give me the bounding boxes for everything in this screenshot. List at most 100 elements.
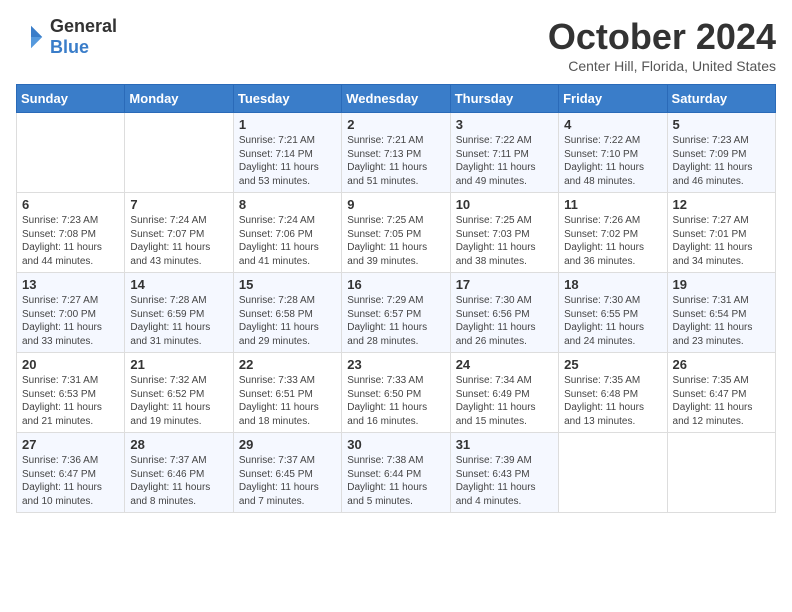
month-title: October 2024 bbox=[548, 16, 776, 58]
day-info: Sunrise: 7:33 AM Sunset: 6:50 PM Dayligh… bbox=[347, 374, 444, 428]
day-number: 13 bbox=[22, 277, 119, 292]
day-info: Sunrise: 7:25 AM Sunset: 7:05 PM Dayligh… bbox=[347, 214, 444, 268]
day-of-week-header: Saturday bbox=[667, 85, 775, 113]
calendar-cell: 14Sunrise: 7:28 AM Sunset: 6:59 PM Dayli… bbox=[125, 273, 233, 353]
calendar-cell: 29 Sunrise: 7:37 AM Sunset: 6:45 PM Dayli… bbox=[233, 433, 341, 513]
calendar-cell: 22 Sunrise: 7:33 AM Sunset: 6:51 PM Dayli… bbox=[233, 353, 341, 433]
day-number: 5 bbox=[673, 117, 770, 132]
calendar-cell: 3Sunrise: 7:22 AM Sunset: 7:11 PM Daylig… bbox=[450, 113, 558, 193]
day-number: 27 bbox=[22, 437, 119, 452]
day-info: Sunrise: 7:22 AM Sunset: 7:10 PM Dayligh… bbox=[564, 134, 661, 188]
day-number: 20 bbox=[22, 357, 119, 372]
day-number: 29 bbox=[239, 437, 336, 452]
day-info: Sunrise: 7:24 AM Sunset: 7:06 PM Dayligh… bbox=[239, 214, 336, 268]
day-info: Sunrise: 7:30 AM Sunset: 6:56 PM Dayligh… bbox=[456, 294, 553, 348]
day-info: Sunrise: 7:28 AM Sunset: 6:59 PM Dayligh… bbox=[130, 294, 227, 348]
day-info: Sunrise: 7:28 AM Sunset: 6:58 PM Dayligh… bbox=[239, 294, 336, 348]
calendar-cell: 19Sunrise: 7:31 AM Sunset: 6:54 PM Dayli… bbox=[667, 273, 775, 353]
day-info: Sunrise: 7:26 AM Sunset: 7:02 PM Dayligh… bbox=[564, 214, 661, 268]
calendar-cell: 23 Sunrise: 7:33 AM Sunset: 6:50 PM Dayli… bbox=[342, 353, 450, 433]
calendar-week-row: 1Sunrise: 7:21 AM Sunset: 7:14 PM Daylig… bbox=[17, 113, 776, 193]
calendar-cell bbox=[17, 113, 125, 193]
calendar-cell: 26 Sunrise: 7:35 AM Sunset: 6:47 PM Dayli… bbox=[667, 353, 775, 433]
day-number: 21 bbox=[130, 357, 227, 372]
location: Center Hill, Florida, United States bbox=[548, 58, 776, 74]
day-number: 19 bbox=[673, 277, 770, 292]
day-info: Sunrise: 7:35 AM Sunset: 6:48 PM Dayligh… bbox=[564, 374, 661, 428]
day-number: 28 bbox=[130, 437, 227, 452]
calendar-cell: 21 Sunrise: 7:32 AM Sunset: 6:52 PM Dayli… bbox=[125, 353, 233, 433]
calendar-cell bbox=[125, 113, 233, 193]
calendar-cell: 9 Sunrise: 7:25 AM Sunset: 7:05 PM Daylig… bbox=[342, 193, 450, 273]
day-number: 11 bbox=[564, 197, 661, 212]
page-header: General Blue October 2024 Center Hill, F… bbox=[16, 16, 776, 74]
calendar-week-row: 13 Sunrise: 7:27 AM Sunset: 7:00 PM Dayli… bbox=[17, 273, 776, 353]
day-info: Sunrise: 7:35 AM Sunset: 6:47 PM Dayligh… bbox=[673, 374, 770, 428]
day-info: Sunrise: 7:25 AM Sunset: 7:03 PM Dayligh… bbox=[456, 214, 553, 268]
day-of-week-header: Friday bbox=[559, 85, 667, 113]
day-info: Sunrise: 7:29 AM Sunset: 6:57 PM Dayligh… bbox=[347, 294, 444, 348]
day-info: Sunrise: 7:30 AM Sunset: 6:55 PM Dayligh… bbox=[564, 294, 661, 348]
calendar-cell: 12 Sunrise: 7:27 AM Sunset: 7:01 PM Dayli… bbox=[667, 193, 775, 273]
logo-text-general: General bbox=[50, 16, 117, 36]
day-info: Sunrise: 7:39 AM Sunset: 6:43 PM Dayligh… bbox=[456, 454, 553, 508]
day-info: Sunrise: 7:21 AM Sunset: 7:14 PM Dayligh… bbox=[239, 134, 336, 188]
day-number: 6 bbox=[22, 197, 119, 212]
day-number: 8 bbox=[239, 197, 336, 212]
day-number: 22 bbox=[239, 357, 336, 372]
calendar-header-row: SundayMondayTuesdayWednesdayThursdayFrid… bbox=[17, 85, 776, 113]
logo-icon bbox=[16, 22, 46, 52]
day-number: 10 bbox=[456, 197, 553, 212]
calendar-cell: 28 Sunrise: 7:37 AM Sunset: 6:46 PM Dayli… bbox=[125, 433, 233, 513]
logo-text-blue: Blue bbox=[50, 37, 89, 57]
day-info: Sunrise: 7:33 AM Sunset: 6:51 PM Dayligh… bbox=[239, 374, 336, 428]
calendar-cell: 4 Sunrise: 7:22 AM Sunset: 7:10 PM Daylig… bbox=[559, 113, 667, 193]
calendar-cell: 5 Sunrise: 7:23 AM Sunset: 7:09 PM Daylig… bbox=[667, 113, 775, 193]
day-number: 26 bbox=[673, 357, 770, 372]
calendar-week-row: 6 Sunrise: 7:23 AM Sunset: 7:08 PM Daylig… bbox=[17, 193, 776, 273]
day-number: 9 bbox=[347, 197, 444, 212]
day-number: 16 bbox=[347, 277, 444, 292]
day-info: Sunrise: 7:38 AM Sunset: 6:44 PM Dayligh… bbox=[347, 454, 444, 508]
calendar-cell: 31 Sunrise: 7:39 AM Sunset: 6:43 PM Dayli… bbox=[450, 433, 558, 513]
day-number: 25 bbox=[564, 357, 661, 372]
day-number: 12 bbox=[673, 197, 770, 212]
calendar-cell: 8 Sunrise: 7:24 AM Sunset: 7:06 PM Daylig… bbox=[233, 193, 341, 273]
day-info: Sunrise: 7:37 AM Sunset: 6:46 PM Dayligh… bbox=[130, 454, 227, 508]
day-info: Sunrise: 7:34 AM Sunset: 6:49 PM Dayligh… bbox=[456, 374, 553, 428]
day-info: Sunrise: 7:37 AM Sunset: 6:45 PM Dayligh… bbox=[239, 454, 336, 508]
calendar-cell: 25 Sunrise: 7:35 AM Sunset: 6:48 PM Dayli… bbox=[559, 353, 667, 433]
calendar-cell: 15 Sunrise: 7:28 AM Sunset: 6:58 PM Dayli… bbox=[233, 273, 341, 353]
day-number: 23 bbox=[347, 357, 444, 372]
day-info: Sunrise: 7:21 AM Sunset: 7:13 PM Dayligh… bbox=[347, 134, 444, 188]
day-info: Sunrise: 7:23 AM Sunset: 7:08 PM Dayligh… bbox=[22, 214, 119, 268]
calendar-cell: 27 Sunrise: 7:36 AM Sunset: 6:47 PM Dayli… bbox=[17, 433, 125, 513]
day-info: Sunrise: 7:24 AM Sunset: 7:07 PM Dayligh… bbox=[130, 214, 227, 268]
day-of-week-header: Wednesday bbox=[342, 85, 450, 113]
day-info: Sunrise: 7:32 AM Sunset: 6:52 PM Dayligh… bbox=[130, 374, 227, 428]
day-info: Sunrise: 7:27 AM Sunset: 7:01 PM Dayligh… bbox=[673, 214, 770, 268]
calendar-cell: 17 Sunrise: 7:30 AM Sunset: 6:56 PM Dayli… bbox=[450, 273, 558, 353]
day-number: 3 bbox=[456, 117, 553, 132]
day-of-week-header: Monday bbox=[125, 85, 233, 113]
calendar-cell: 16 Sunrise: 7:29 AM Sunset: 6:57 PM Dayli… bbox=[342, 273, 450, 353]
day-of-week-header: Sunday bbox=[17, 85, 125, 113]
day-info: Sunrise: 7:36 AM Sunset: 6:47 PM Dayligh… bbox=[22, 454, 119, 508]
day-info: Sunrise: 7:23 AM Sunset: 7:09 PM Dayligh… bbox=[673, 134, 770, 188]
calendar-cell: 7 Sunrise: 7:24 AM Sunset: 7:07 PM Daylig… bbox=[125, 193, 233, 273]
calendar-week-row: 27 Sunrise: 7:36 AM Sunset: 6:47 PM Dayli… bbox=[17, 433, 776, 513]
calendar-cell: 2Sunrise: 7:21 AM Sunset: 7:13 PM Daylig… bbox=[342, 113, 450, 193]
day-number: 18 bbox=[564, 277, 661, 292]
calendar-cell: 10 Sunrise: 7:25 AM Sunset: 7:03 PM Dayli… bbox=[450, 193, 558, 273]
calendar-cell: 18 Sunrise: 7:30 AM Sunset: 6:55 PM Dayli… bbox=[559, 273, 667, 353]
day-info: Sunrise: 7:27 AM Sunset: 7:00 PM Dayligh… bbox=[22, 294, 119, 348]
day-number: 15 bbox=[239, 277, 336, 292]
day-number: 24 bbox=[456, 357, 553, 372]
calendar-cell: 6 Sunrise: 7:23 AM Sunset: 7:08 PM Daylig… bbox=[17, 193, 125, 273]
day-number: 17 bbox=[456, 277, 553, 292]
day-number: 7 bbox=[130, 197, 227, 212]
day-number: 30 bbox=[347, 437, 444, 452]
calendar-cell: 1Sunrise: 7:21 AM Sunset: 7:14 PM Daylig… bbox=[233, 113, 341, 193]
day-number: 31 bbox=[456, 437, 553, 452]
day-number: 4 bbox=[564, 117, 661, 132]
